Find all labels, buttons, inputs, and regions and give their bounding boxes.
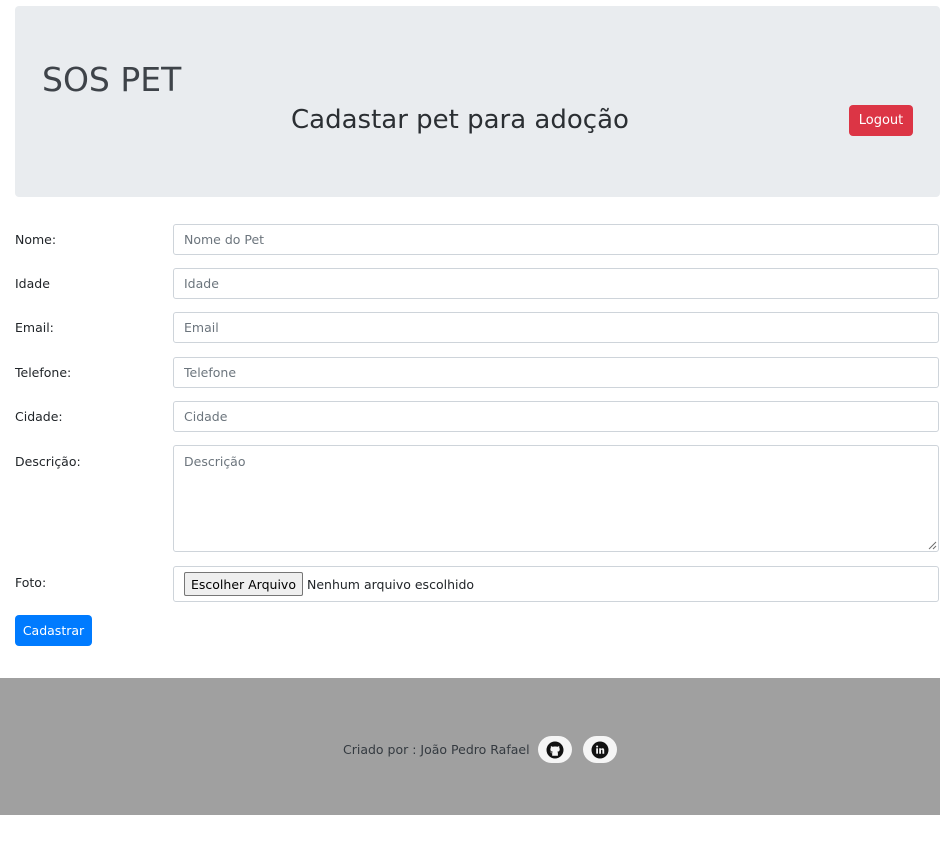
choose-file-button[interactable]: Escolher Arquivo	[184, 572, 303, 596]
description-textarea[interactable]	[173, 445, 939, 552]
submit-button[interactable]: Cadastrar	[15, 615, 92, 646]
linkedin-link[interactable]	[582, 736, 617, 763]
description-label: Descrição:	[15, 454, 81, 469]
page-title: Cadastar pet para adoção	[291, 105, 629, 135]
resize-handle-icon[interactable]	[927, 540, 937, 550]
page-footer: Criado por : João Pedro Rafael	[0, 678, 940, 815]
email-input[interactable]	[173, 312, 939, 343]
brand-title: SOS PET	[42, 60, 182, 99]
github-icon	[546, 741, 564, 758]
photo-label: Foto:	[15, 575, 47, 590]
phone-label: Telefone:	[15, 365, 72, 380]
footer-credit-text: Criado por : João Pedro Rafael	[343, 742, 530, 757]
name-input[interactable]	[173, 224, 939, 255]
age-label: Idade	[15, 276, 50, 291]
github-link[interactable]	[537, 736, 572, 763]
description-wrapper	[173, 445, 939, 552]
phone-input[interactable]	[173, 357, 939, 388]
email-label: Email:	[15, 320, 54, 335]
city-label: Cidade:	[15, 409, 63, 424]
page-header: SOS PET Cadastar pet para adoção Logout	[15, 6, 940, 197]
logout-button[interactable]: Logout	[849, 105, 913, 136]
photo-file-input[interactable]: Escolher Arquivo Nenhum arquivo escolhid…	[173, 566, 939, 602]
city-input[interactable]	[173, 401, 939, 432]
footer-credits: Criado por : João Pedro Rafael	[343, 736, 628, 763]
name-label: Nome:	[15, 232, 57, 247]
file-status-text: Nenhum arquivo escolhido	[306, 576, 475, 592]
linkedin-icon	[591, 741, 609, 758]
age-input[interactable]	[173, 268, 939, 299]
